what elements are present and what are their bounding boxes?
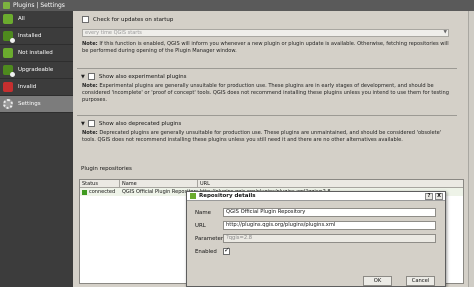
ok-button[interactable]: OK [363, 276, 392, 286]
sidebar: All Installed Not installed Upgradeable … [0, 11, 73, 287]
dialog-app-icon [190, 193, 196, 199]
updates-note-prefix: Note: [82, 41, 98, 47]
repo-status: connected [89, 189, 116, 195]
plugin-not-installed-icon [3, 48, 13, 58]
name-label: Name [195, 209, 211, 216]
plugin-installed-icon [3, 31, 15, 43]
cancel-button[interactable]: Cancel [406, 276, 435, 286]
plugin-all-icon [3, 14, 13, 24]
collapse-triangle-icon[interactable]: ▼ [81, 121, 85, 127]
check-updates-label: Check for updates on startup [93, 16, 174, 23]
check-updates-checkbox[interactable] [82, 16, 89, 23]
name-field[interactable]: QGIS Official Plugin Repository [223, 208, 436, 217]
sidebar-item-label: Installed [18, 33, 42, 39]
connected-status-icon [82, 189, 87, 195]
sidebar-item-settings[interactable]: Settings [0, 96, 73, 113]
experimental-checkbox[interactable] [87, 73, 95, 80]
window-titlebar: Plugins | Settings [0, 0, 474, 11]
plugin-invalid-icon [3, 82, 13, 92]
sidebar-item-invalid[interactable]: Invalid [0, 79, 73, 96]
vertical-scrollbar[interactable] [468, 11, 474, 287]
experimental-group: ▼ Show also experimental plugins [77, 68, 457, 81]
column-header-name[interactable]: Name [120, 180, 198, 187]
sidebar-item-label: Settings [18, 101, 41, 107]
gear-icon [3, 99, 13, 109]
window-title: Plugins | Settings [13, 2, 65, 9]
parameters-field[interactable]: ?qgis=2.8 [223, 234, 436, 243]
deprecated-note-prefix: Note: [82, 130, 98, 136]
sidebar-item-label: Invalid [18, 84, 37, 90]
update-interval-select[interactable]: every time QGIS starts ▼ [82, 29, 449, 37]
enabled-checkbox[interactable] [223, 246, 230, 255]
column-header-url[interactable]: URL [198, 180, 463, 187]
updates-note: Note: If this function is enabled, QGIS … [82, 41, 454, 55]
close-button[interactable]: X [435, 193, 443, 200]
parameters-label: Parameters [195, 235, 226, 242]
enabled-label: Enabled [195, 248, 217, 255]
dialog-titlebar: Repository details ? X [187, 192, 445, 201]
deprecated-group: ▼ Show also deprecated plugins [77, 115, 457, 128]
updates-group: Check for updates on startup [77, 15, 457, 24]
url-label: URL [195, 222, 206, 229]
sidebar-item-upgradeable[interactable]: Upgradeable [0, 62, 73, 79]
table-header: Status Name URL [80, 180, 463, 188]
sidebar-item-all[interactable]: All [0, 11, 73, 28]
deprecated-note: Note: Deprecated plugins are generally u… [82, 130, 454, 144]
plugin-upgradeable-icon [3, 65, 15, 77]
sidebar-item-label: Not installed [18, 50, 53, 56]
collapse-triangle-icon[interactable]: ▼ [81, 74, 85, 80]
updates-note-text: If this function is enabled, QGIS will i… [82, 41, 449, 54]
deprecated-checkbox[interactable] [87, 120, 95, 127]
experimental-note-text: Experimental plugins are generally unsui… [82, 83, 449, 103]
experimental-label: Show also experimental plugins [98, 73, 187, 80]
sidebar-item-label: Upgradeable [18, 67, 54, 73]
experimental-note: Note: Experimental plugins are generally… [82, 83, 454, 104]
deprecated-label: Show also deprecated plugins [98, 120, 182, 127]
column-header-status[interactable]: Status [80, 180, 120, 187]
repository-details-dialog: Repository details ? X Name QGIS Officia… [186, 191, 446, 287]
url-field[interactable]: http://plugins.qgis.org/plugins/plugins.… [223, 221, 436, 230]
chevron-down-icon: ▼ [443, 30, 447, 35]
experimental-note-prefix: Note: [82, 83, 98, 89]
plugin-repositories-label: Plugin repositories [81, 166, 132, 172]
update-interval-value: every time QGIS starts [85, 30, 142, 36]
deprecated-note-text: Deprecated plugins are generally unsuita… [82, 130, 442, 143]
help-button[interactable]: ? [425, 193, 433, 200]
sidebar-item-label: All [18, 16, 25, 22]
sidebar-item-installed[interactable]: Installed [0, 28, 73, 45]
dialog-title: Repository details [199, 193, 256, 199]
plugins-app-icon [3, 2, 10, 9]
sidebar-item-not-installed[interactable]: Not installed [0, 45, 73, 62]
